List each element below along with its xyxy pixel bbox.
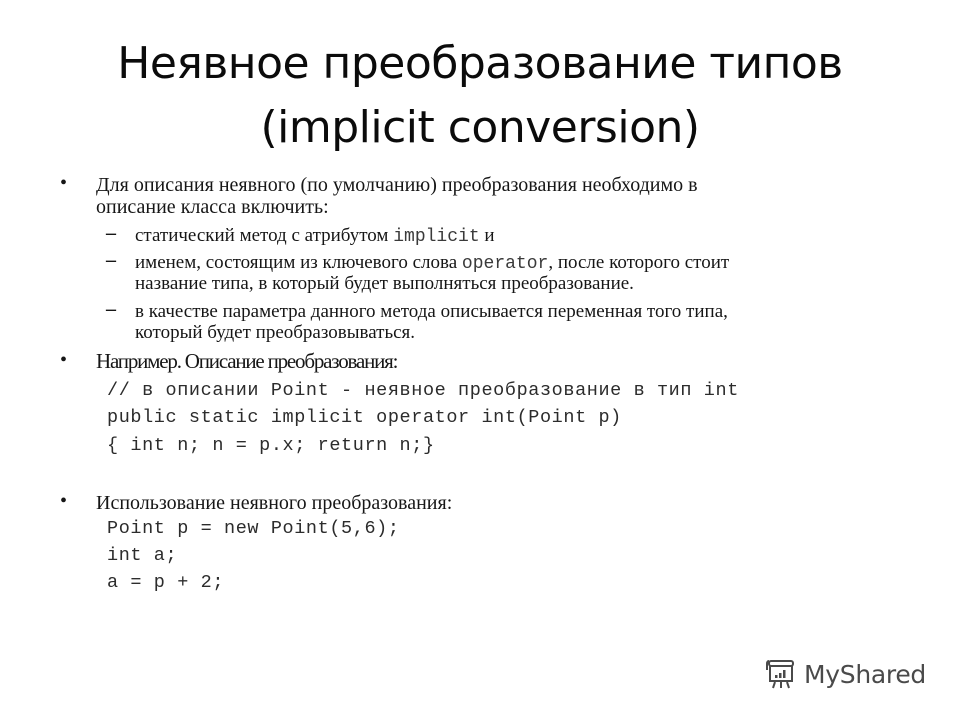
sub-item-2-text-after: , после которого стоит — [548, 252, 730, 273]
slide-body: • Для описания неявного (по умолчанию) п… — [0, 0, 960, 720]
code-line: Point p = new Point(5,6); — [107, 518, 400, 539]
code-line: { int n; n = p.x; return n;} — [107, 435, 435, 456]
code-line: a = p + 2; — [107, 572, 225, 593]
bullet-2-text: Например. Описание преобразования: — [96, 349, 398, 373]
presentation-board-icon — [764, 657, 798, 691]
watermark-text: MyShared — [804, 659, 926, 689]
dash-icon: – — [106, 298, 116, 320]
dash-icon: – — [106, 249, 116, 271]
bullet-1-line-1: Для описания неявного (по умолчанию) пре… — [96, 174, 698, 196]
dash-icon: – — [106, 222, 116, 244]
watermark-logo: MyShared — [764, 656, 926, 692]
sub-item-1-text-after: и — [479, 225, 495, 246]
bullet-3-text: Использование неявного преобразования: — [96, 492, 453, 514]
sub-item-3-line-2: который будет преобразовываться. — [135, 322, 416, 343]
code-line: // в описании Point - неявное преобразов… — [107, 380, 739, 401]
sub-item-1-text: статический метод с атрибутом — [135, 225, 394, 246]
sub-item-2-line-1: именем, состоящим из ключевого слова ope… — [135, 252, 729, 275]
sub-item-2-text: именем, состоящим из ключевого слова — [135, 252, 462, 273]
sub-item-2-line-2: название типа, в который будет выполнять… — [135, 273, 634, 294]
bullet-icon: • — [60, 349, 68, 371]
sub-item-2-code: operator — [461, 254, 549, 274]
code-line: int a; — [107, 545, 178, 566]
sub-item-1-code: implicit — [393, 227, 480, 247]
bullet-icon: • — [60, 172, 68, 194]
sub-item-3-line-1: в качестве параметра данного метода опис… — [135, 301, 728, 322]
bullet-1-line-2: описание класса включить: — [96, 196, 329, 218]
code-line: public static implicit operator int(Poin… — [107, 407, 622, 428]
bullet-icon: • — [60, 490, 68, 512]
sub-item-1: статический метод с атрибутом implicit и — [135, 225, 495, 248]
